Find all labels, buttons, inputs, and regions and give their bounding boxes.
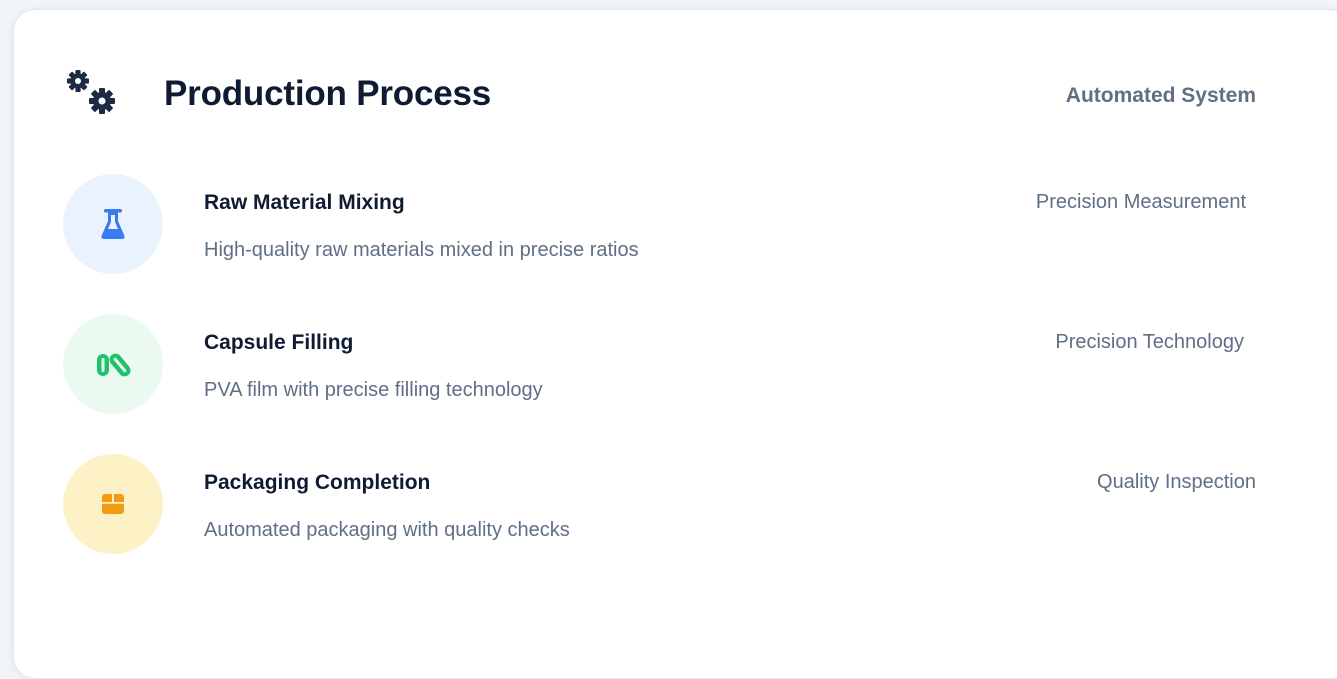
page-title: Production Process [164, 74, 492, 113]
process-step-mixing: Raw Material Mixing High-quality raw mat… [14, 174, 1337, 274]
system-badge: Automated System [1065, 84, 1256, 107]
flask-icon [101, 209, 125, 239]
step-title: Capsule Filling [204, 331, 354, 354]
box-icon [102, 494, 124, 514]
production-process-card: Production Process Automated System Raw … [13, 9, 1337, 679]
capsules-icon [97, 353, 131, 377]
gears-icon [67, 70, 115, 114]
step-description: High-quality raw materials mixed in prec… [204, 239, 639, 261]
step-icon-circle [63, 314, 163, 414]
process-step-filling: Capsule Filling PVA film with precise fi… [14, 314, 1337, 414]
step-tag: Quality Inspection [1097, 471, 1256, 493]
step-description: PVA film with precise filling technology [204, 379, 543, 401]
step-icon-circle [63, 174, 163, 274]
process-step-packaging: Packaging Completion Automated packaging… [14, 454, 1337, 554]
step-tag: Precision Technology [1055, 331, 1244, 353]
step-tag: Precision Measurement [1035, 191, 1246, 213]
step-icon-circle [63, 454, 163, 554]
step-description: Automated packaging with quality checks [204, 519, 570, 541]
step-title: Packaging Completion [204, 471, 431, 494]
step-title: Raw Material Mixing [204, 191, 405, 214]
